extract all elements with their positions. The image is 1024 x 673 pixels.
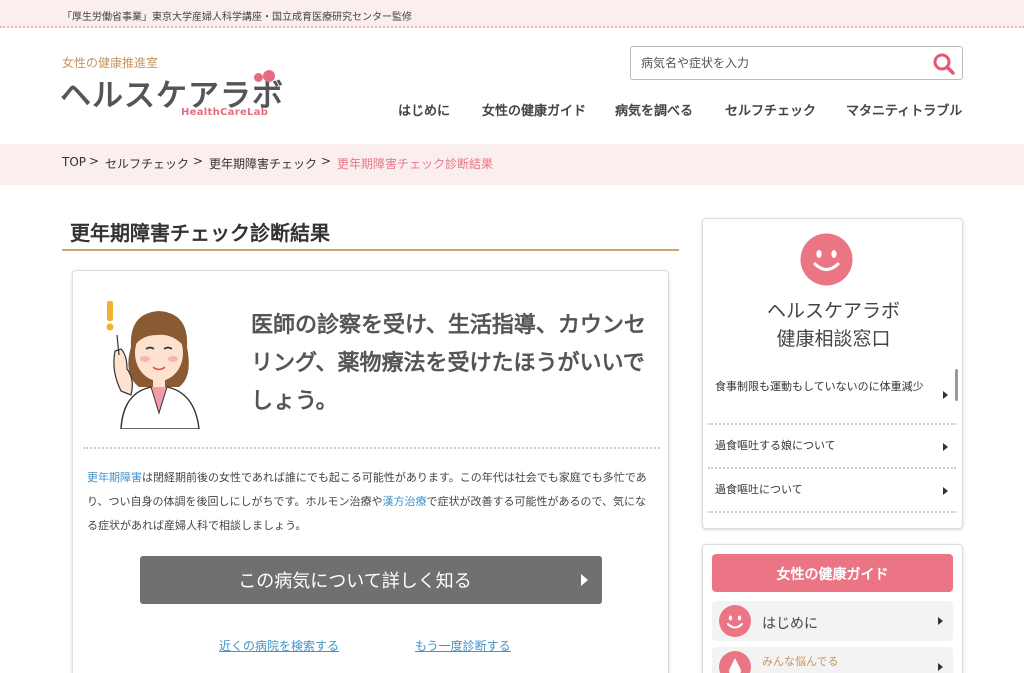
logo-subtitle: HealthCareLab	[181, 107, 269, 118]
breadcrumb-current: 更年期障害チェック診断結果	[337, 157, 494, 171]
page-title-bar: 更年期障害チェック診断結果	[62, 214, 679, 251]
search-box	[630, 46, 963, 80]
consultation-title-line2: 健康相談窓口	[776, 328, 891, 350]
arrow-right-icon	[581, 574, 588, 586]
nav-diseases[interactable]: 病気を調べる	[615, 100, 693, 119]
health-guide-title: 女性の健康ガイド	[776, 567, 889, 583]
drop-icon	[719, 651, 751, 673]
logo-dots-icon	[254, 70, 276, 84]
smile-icon	[719, 605, 751, 637]
nav-self-check[interactable]: セルフチェック	[725, 100, 816, 119]
dotted-divider	[83, 447, 660, 449]
nav-health-guide[interactable]: 女性の健康ガイド	[482, 100, 586, 119]
diagnosis-verdict: 医師の診察を受け、生活指導、カウンセリング、薬物療法を受けたほうがいいでしょう。	[251, 313, 646, 414]
page-title: 更年期障害チェック診断結果	[70, 221, 330, 245]
triangle-right-icon	[943, 487, 948, 495]
triangle-right-icon	[938, 663, 943, 671]
breadcrumb-top[interactable]: TOP	[62, 155, 86, 169]
health-guide-header: 女性の健康ガイド	[712, 554, 953, 592]
consultation-title-line1: ヘルスケアラボ	[766, 300, 900, 322]
question-list: 食事制限も運動もしていないのに体重減少 過食嘔吐する娘について 過食嘔吐について	[708, 367, 956, 515]
question-label: 食事制限も運動もしていないのに体重減少	[715, 380, 924, 393]
learn-more-label: この病気について詳しく知る	[238, 571, 472, 592]
kampo-link[interactable]: 漢方治療	[382, 495, 426, 508]
menopause-link[interactable]: 更年期障害	[87, 471, 142, 484]
triangle-right-icon	[938, 617, 943, 625]
guide-item-hajimeni[interactable]: はじめに	[712, 601, 953, 641]
triangle-right-icon	[943, 391, 948, 399]
question-item[interactable]: 過食嘔吐について	[708, 469, 956, 513]
scrollbar-thumb[interactable]	[955, 369, 958, 401]
doctor-illustration	[106, 301, 200, 429]
learn-more-button[interactable]: この病気について詳しく知る	[140, 556, 602, 604]
breadcrumb-separator: >	[193, 154, 204, 168]
supervision-text: 「厚生労働省事業」東京大学産婦人科学講座・国立成育医療研究センター監修	[62, 12, 412, 23]
consultation-title: ヘルスケアラボ 健康相談窓口	[703, 297, 964, 353]
search-icon[interactable]	[932, 52, 956, 76]
health-guide-widget: 女性の健康ガイド はじめに みんな悩んでる	[702, 544, 963, 673]
question-item[interactable]: 過食嘔吐する娘について	[708, 425, 956, 469]
breadcrumb-menopause-check[interactable]: 更年期障害チェック	[209, 155, 317, 172]
guide-item-label: みんな悩んでる	[762, 655, 839, 668]
diagnosis-description: 更年期障害は閉経期前後の女性であれば誰にでも起こる可能性があります。この年代は社…	[87, 466, 657, 538]
nav-maternity-trouble[interactable]: マタニティトラブル	[846, 100, 962, 119]
search-hospital-link[interactable]: 近くの病院を検索する	[219, 637, 339, 654]
breadcrumb-separator: >	[89, 154, 100, 168]
breadcrumb: TOP > セルフチェック > 更年期障害チェック > 更年期障害チェック診断結…	[0, 144, 1024, 185]
guide-item-worries[interactable]: みんな悩んでる	[712, 647, 953, 673]
nav-hajimeni[interactable]: はじめに	[398, 100, 450, 119]
site-header: 女性の健康推進室 ヘルスケアラボ HealthCareLab はじめに 女性の健…	[0, 28, 1024, 144]
triangle-right-icon	[943, 443, 948, 451]
breadcrumb-separator: >	[321, 154, 332, 168]
search-input[interactable]	[631, 47, 921, 79]
consultation-widget: ヘルスケアラボ 健康相談窓口 食事制限も運動もしていないのに体重減少 過食嘔吐す…	[702, 218, 963, 529]
retry-diagnosis-link[interactable]: もう一度診断する	[415, 637, 511, 654]
top-strip: 「厚生労働省事業」東京大学産婦人科学講座・国立成育医療研究センター監修	[0, 0, 1024, 28]
question-item[interactable]: 食事制限も運動もしていないのに体重減少	[708, 367, 956, 425]
smile-icon	[800, 233, 853, 286]
result-card: 医師の診察を受け、生活指導、カウンセリング、薬物療法を受けたほうがいいでしょう。…	[72, 270, 669, 673]
question-label: 過食嘔吐について	[715, 483, 803, 496]
logo-tagline: 女性の健康推進室	[62, 56, 159, 70]
question-label: 過食嘔吐する娘について	[715, 439, 836, 452]
breadcrumb-self-check[interactable]: セルフチェック	[105, 155, 189, 172]
guide-item-label: はじめに	[762, 616, 818, 632]
